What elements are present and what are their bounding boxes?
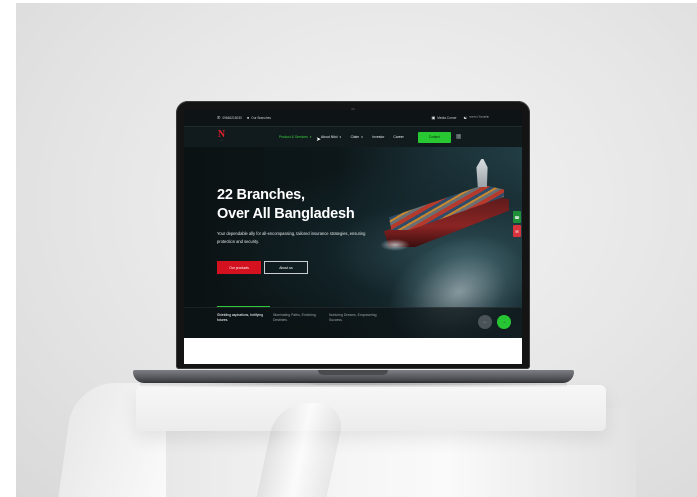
- media-corner-link[interactable]: ▣ Media Corner: [431, 115, 457, 121]
- slider-next-button[interactable]: →: [497, 315, 511, 329]
- laptop-screen: ✆ 09666215030 ● Our Branches ▣ Media Cor…: [184, 110, 522, 364]
- hero-title-line-1: 22 Branches,: [217, 187, 305, 203]
- language-label: বাংলা / ইংরেজি: [469, 115, 489, 119]
- grid-menu-icon[interactable]: ▦: [456, 134, 462, 140]
- tagline-1[interactable]: Shielding aspirations, fortifying future…: [217, 313, 272, 323]
- logo-letter: N: [217, 129, 226, 140]
- nav-item-investor[interactable]: Investor: [372, 135, 384, 139]
- nav-item-label: Product & Services: [279, 135, 308, 139]
- slider-prev-button[interactable]: ←: [478, 315, 492, 329]
- laptop-opening-notch: [318, 370, 388, 375]
- hero-description: Your dependable ally for all-encompassin…: [217, 231, 366, 244]
- below-fold-section: [184, 338, 522, 364]
- bow-wave: [380, 239, 410, 251]
- nav-item-claim[interactable]: Claim ▼: [351, 135, 364, 139]
- phone-number: 09666215030: [222, 116, 242, 120]
- branches-link[interactable]: ● Our Branches: [246, 115, 271, 121]
- arrow-right-icon: →: [501, 319, 507, 325]
- logo-underline: —: [220, 140, 223, 142]
- hero-section: 22 Branches, Over All Bangladesh Your de…: [184, 147, 522, 338]
- phone-icon: ✆: [217, 115, 221, 120]
- tagline-2[interactable]: Illuminating Paths, Enriching Destinies.: [273, 313, 328, 323]
- chevron-down-icon: ▼: [360, 135, 364, 139]
- nav-item-products-services[interactable]: Product & Services ▼: [279, 135, 312, 139]
- mouse-cursor-icon: ➤: [316, 137, 322, 143]
- tagline-3[interactable]: Nurturing Dreams, Empowering Success.: [329, 313, 384, 323]
- hero-title: 22 Branches, Over All Bangladesh: [217, 186, 355, 224]
- nav-item-label: Claim: [350, 135, 360, 139]
- utility-bar: ✆ 09666215030 ● Our Branches ▣ Media Cor…: [184, 110, 522, 127]
- nav-item-about[interactable]: About Nitol ▼: [321, 135, 342, 139]
- media-corner-label: Media Corner: [437, 116, 457, 120]
- floating-side-badges: ☎ ✉: [513, 211, 521, 237]
- support-badge-icon[interactable]: ✉: [513, 225, 521, 237]
- nav-item-label: About Nitol: [320, 135, 338, 139]
- whatsapp-badge-icon[interactable]: ☎: [513, 211, 521, 223]
- utility-left: ✆ 09666215030 ● Our Branches: [217, 115, 271, 121]
- location-pin-icon: ●: [246, 115, 250, 120]
- phone-link[interactable]: ✆ 09666215030: [217, 115, 242, 121]
- contact-button[interactable]: Contact: [417, 131, 451, 143]
- nav-item-career[interactable]: Career: [393, 135, 403, 139]
- chevron-down-icon: ▼: [339, 135, 342, 139]
- nav-item-label: Career: [393, 135, 404, 139]
- about-us-button[interactable]: About us: [264, 261, 308, 274]
- ship-bridge: [476, 159, 488, 187]
- chevron-down-icon: ▼: [309, 135, 312, 139]
- utility-right: ▣ Media Corner ☯ বাংলা / ইংরেজি: [431, 115, 489, 121]
- nav-links: Product & Services ▼ About Nitol ▼ Claim…: [279, 135, 404, 139]
- nav-item-label: Investor: [372, 135, 385, 139]
- globe-icon: ☯: [463, 115, 468, 120]
- hero-title-line-2: Over All Bangladesh: [217, 206, 355, 222]
- our-products-button[interactable]: Our products: [217, 261, 261, 274]
- language-switch[interactable]: ☯ বাংলা / ইংরেজি: [464, 115, 489, 121]
- laptop-shadow: [140, 381, 567, 387]
- main-navbar: N — Product & Services ▼ About Nitol ▼ C…: [184, 127, 522, 147]
- pedestal-top: [136, 385, 606, 431]
- tagline-progress-indicator: [217, 306, 270, 308]
- arrow-left-icon: ←: [482, 319, 488, 325]
- media-icon: ▣: [431, 115, 436, 120]
- brand-logo[interactable]: N —: [217, 130, 226, 144]
- branches-label: Our Branches: [251, 116, 271, 120]
